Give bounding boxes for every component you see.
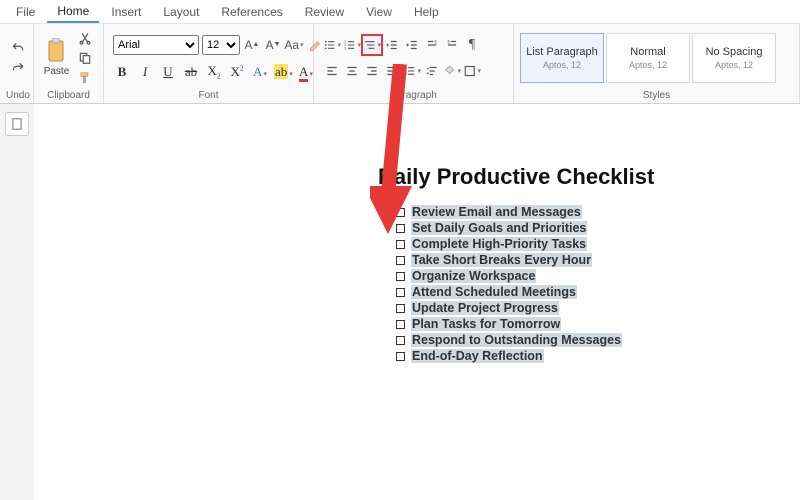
line-spacing-button[interactable]: ▾ (403, 62, 421, 80)
grow-font-button[interactable]: A▲ (243, 36, 261, 54)
left-sidebar (0, 104, 34, 500)
list-item[interactable]: End-of-Day Reflection (396, 348, 800, 364)
list-item[interactable]: Update Project Progress (396, 300, 800, 316)
decrease-indent-button[interactable] (383, 36, 401, 54)
group-clipboard: Paste Clipboard (34, 24, 104, 103)
list-item[interactable]: Review Email and Messages (396, 204, 800, 220)
borders-button[interactable]: ▾ (463, 62, 481, 80)
menu-file[interactable]: File (6, 2, 45, 22)
align-left-button[interactable] (323, 62, 341, 80)
group-label-undo: Undo (6, 89, 27, 103)
redo-button[interactable] (9, 59, 27, 77)
strikethrough-button[interactable]: ab (182, 64, 200, 80)
list-item[interactable]: Plan Tasks for Tomorrow (396, 316, 800, 332)
menu-review[interactable]: Review (295, 2, 354, 22)
align-right-button[interactable] (363, 62, 381, 80)
list-item[interactable]: Respond to Outstanding Messages (396, 332, 800, 348)
list-item[interactable]: Attend Scheduled Meetings (396, 284, 800, 300)
number-list-button[interactable]: 123▾ (343, 36, 361, 54)
checkbox-icon (396, 352, 405, 361)
multilevel-list-button[interactable]: ▾ (363, 36, 381, 54)
style-no-spacing[interactable]: No Spacing Aptos, 12 (692, 33, 776, 83)
group-label-clipboard: Clipboard (40, 89, 97, 103)
superscript-button[interactable]: X2 (228, 64, 246, 80)
group-styles: List Paragraph Aptos, 12 Normal Aptos, 1… (514, 24, 800, 103)
app-body: Daily Productive Checklist Review Email … (0, 104, 800, 500)
checkbox-icon (396, 240, 405, 249)
group-label-styles: Styles (520, 89, 793, 103)
show-marks-button[interactable]: ¶ (463, 36, 481, 54)
checkbox-icon (396, 272, 405, 281)
group-label-paragraph: Paragraph (320, 89, 507, 103)
svg-text:¶: ¶ (434, 39, 437, 44)
svg-text:3: 3 (344, 46, 346, 50)
font-size-select[interactable]: 12 (202, 35, 240, 55)
menu-help[interactable]: Help (404, 2, 449, 22)
sidebar-pages-tab[interactable] (5, 112, 29, 136)
group-paragraph: ▾ 123▾ ▾ ¶ ¶ (314, 24, 514, 103)
group-undo: Undo (0, 24, 34, 103)
underline-button[interactable]: U (159, 64, 177, 80)
format-painter-button[interactable] (76, 69, 94, 87)
svg-text:¶: ¶ (447, 39, 450, 44)
increase-indent-button[interactable] (403, 36, 421, 54)
rtl-button[interactable]: ¶ (443, 36, 461, 54)
group-font: Arial 12 A▲ A▼ Aa▾ B I U ab X2 X2 A▾ ab▾… (104, 24, 314, 103)
menu-home[interactable]: Home (47, 1, 99, 23)
menu-insert[interactable]: Insert (101, 2, 151, 22)
ltr-button[interactable]: ¶ (423, 36, 441, 54)
menu-references[interactable]: References (211, 2, 292, 22)
document-page: Daily Productive Checklist Review Email … (324, 134, 800, 364)
document-canvas[interactable]: Daily Productive Checklist Review Email … (34, 104, 800, 500)
checklist: Review Email and Messages Set Daily Goal… (396, 204, 800, 364)
cut-button[interactable] (76, 29, 94, 47)
paste-button[interactable]: Paste (40, 31, 73, 85)
list-item[interactable]: Organize Workspace (396, 268, 800, 284)
style-list-paragraph[interactable]: List Paragraph Aptos, 12 (520, 33, 604, 83)
highlight-button[interactable]: ab▾ (274, 64, 292, 80)
list-item[interactable]: Complete High-Priority Tasks (396, 236, 800, 252)
font-name-select[interactable]: Arial (113, 35, 199, 55)
ribbon: Undo Paste Clipboard (0, 24, 800, 104)
menu-view[interactable]: View (356, 2, 402, 22)
checkbox-icon (396, 224, 405, 233)
bullet-list-button[interactable]: ▾ (323, 36, 341, 54)
subscript-button[interactable]: X2 (205, 63, 223, 81)
shading-button[interactable]: ▾ (443, 62, 461, 80)
checkbox-icon (396, 208, 405, 217)
justify-button[interactable] (383, 62, 401, 80)
list-item[interactable]: Take Short Breaks Every Hour (396, 252, 800, 268)
italic-button[interactable]: I (136, 64, 154, 80)
checkbox-icon (396, 336, 405, 345)
undo-button[interactable] (9, 39, 27, 57)
font-color-button[interactable]: A▾ (297, 64, 315, 80)
menu-bar: File Home Insert Layout References Revie… (0, 0, 800, 24)
list-item[interactable]: Set Daily Goals and Priorities (396, 220, 800, 236)
menu-layout[interactable]: Layout (153, 2, 209, 22)
checkbox-icon (396, 320, 405, 329)
style-normal[interactable]: Normal Aptos, 12 (606, 33, 690, 83)
change-case-button[interactable]: Aa▾ (285, 36, 303, 54)
text-effects-button[interactable]: A▾ (251, 64, 269, 80)
copy-button[interactable] (76, 49, 94, 67)
sort-button[interactable] (423, 62, 441, 80)
page-title: Daily Productive Checklist (378, 164, 800, 190)
checkbox-icon (396, 256, 405, 265)
align-center-button[interactable] (343, 62, 361, 80)
group-label-font: Font (110, 89, 307, 103)
shrink-font-button[interactable]: A▼ (264, 36, 282, 54)
bold-button[interactable]: B (113, 64, 131, 80)
checkbox-icon (396, 304, 405, 313)
checkbox-icon (396, 288, 405, 297)
